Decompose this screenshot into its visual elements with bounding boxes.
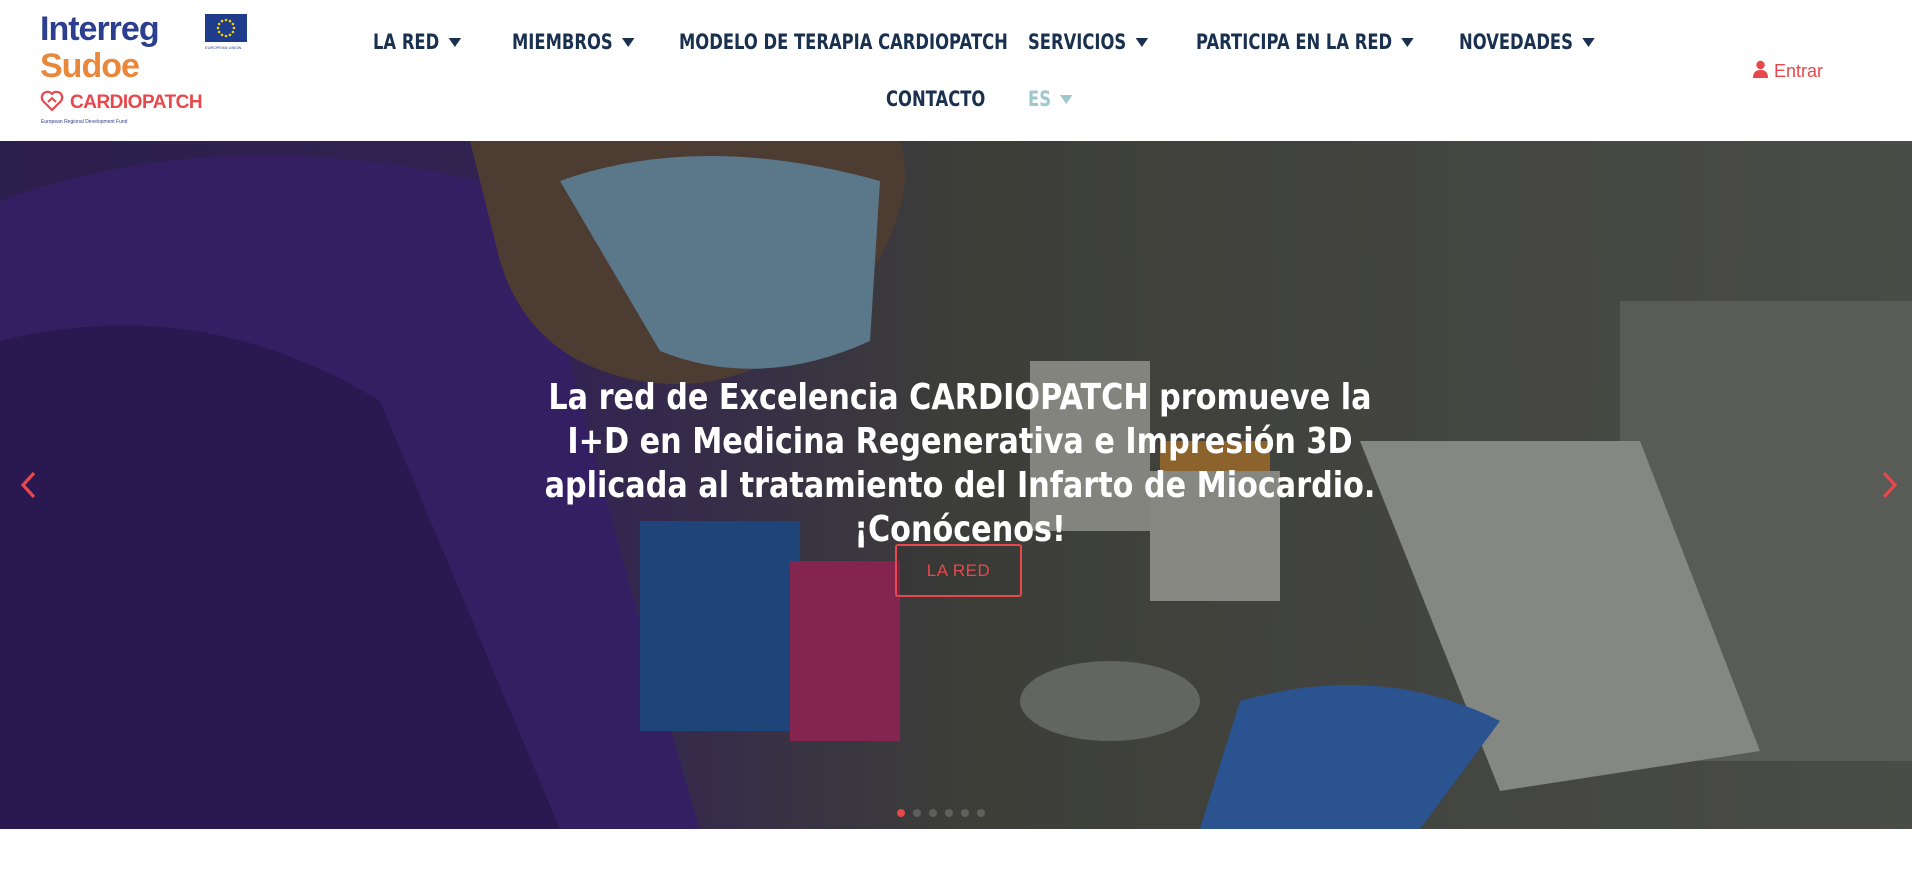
nav-item-label: PARTICIPA EN LA RED [1196,30,1393,54]
nav-item-label: LA RED [373,30,440,54]
caret-down-icon [448,38,462,47]
logo-sudoe-text: Sudoe [40,47,140,85]
slider-dot[interactable] [945,809,953,817]
heart-icon [40,90,64,112]
slider-pagination [897,809,985,817]
caret-down-icon [622,38,635,47]
caret-down-icon [1060,95,1073,104]
nav-item-servicios[interactable]: SERVICIOS [1028,30,1149,54]
nav-item-miembros[interactable]: MIEMBROS [512,32,635,53]
nav-item-label: MIEMBROS [512,30,613,54]
nav-item-modelo-de-terapia[interactable]: MODELO DE TERAPIA CARDIOPATCH [679,32,1008,53]
site-logo[interactable]: Interreg Sudoe EUROPEAN UNION CARDIOPATC… [38,12,253,130]
nav-item-label: NOVEDADES [1459,30,1573,54]
language-selector[interactable]: ES [1028,89,1073,110]
caret-down-icon [1401,38,1414,47]
hero-title: La red de Excelencia CARDIOPATCH promuev… [544,377,1376,550]
language-label: ES [1028,87,1051,111]
eu-label: EUROPEAN UNION [205,45,242,50]
slider-dot[interactable] [913,809,921,817]
caret-down-icon [1135,38,1149,47]
slider-dot[interactable] [961,809,969,817]
login-label: Entrar [1774,61,1824,81]
nav-item-la-red[interactable]: LA RED [373,30,462,54]
user-icon [1753,60,1768,83]
hero-slider: La red de Excelencia CARDIOPATCH promuev… [0,141,1912,829]
slider-dot[interactable] [897,809,905,817]
slider-dot[interactable] [977,809,985,817]
nav-item-label: MODELO DE TERAPIA CARDIOPATCH [679,30,1008,54]
eu-flag-icon [205,14,247,42]
nav-item-contacto[interactable]: CONTACTO [886,89,985,110]
login-link[interactable]: Entrar [1753,60,1823,83]
nav-item-participa-en-la-red[interactable]: PARTICIPA EN LA RED [1196,32,1414,53]
nav-item-label: SERVICIOS [1028,30,1127,54]
logo-interreg-text: Interreg [40,10,160,48]
chevron-right-icon[interactable] [1878,467,1902,503]
slider-dot[interactable] [929,809,937,817]
caret-down-icon [1582,38,1595,47]
logo-cardiopatch-text: CARDIOPATCH [70,92,203,113]
nav-item-label: CONTACTO [886,87,986,111]
site-header: Interreg Sudoe EUROPEAN UNION CARDIOPATC… [0,0,1912,141]
la-red-button[interactable]: LA RED [895,544,1022,597]
nav-item-novedades[interactable]: NOVEDADES [1459,32,1595,53]
chevron-left-icon[interactable] [16,467,40,503]
logo-fund-text: European Regional Development Fund [41,119,128,125]
